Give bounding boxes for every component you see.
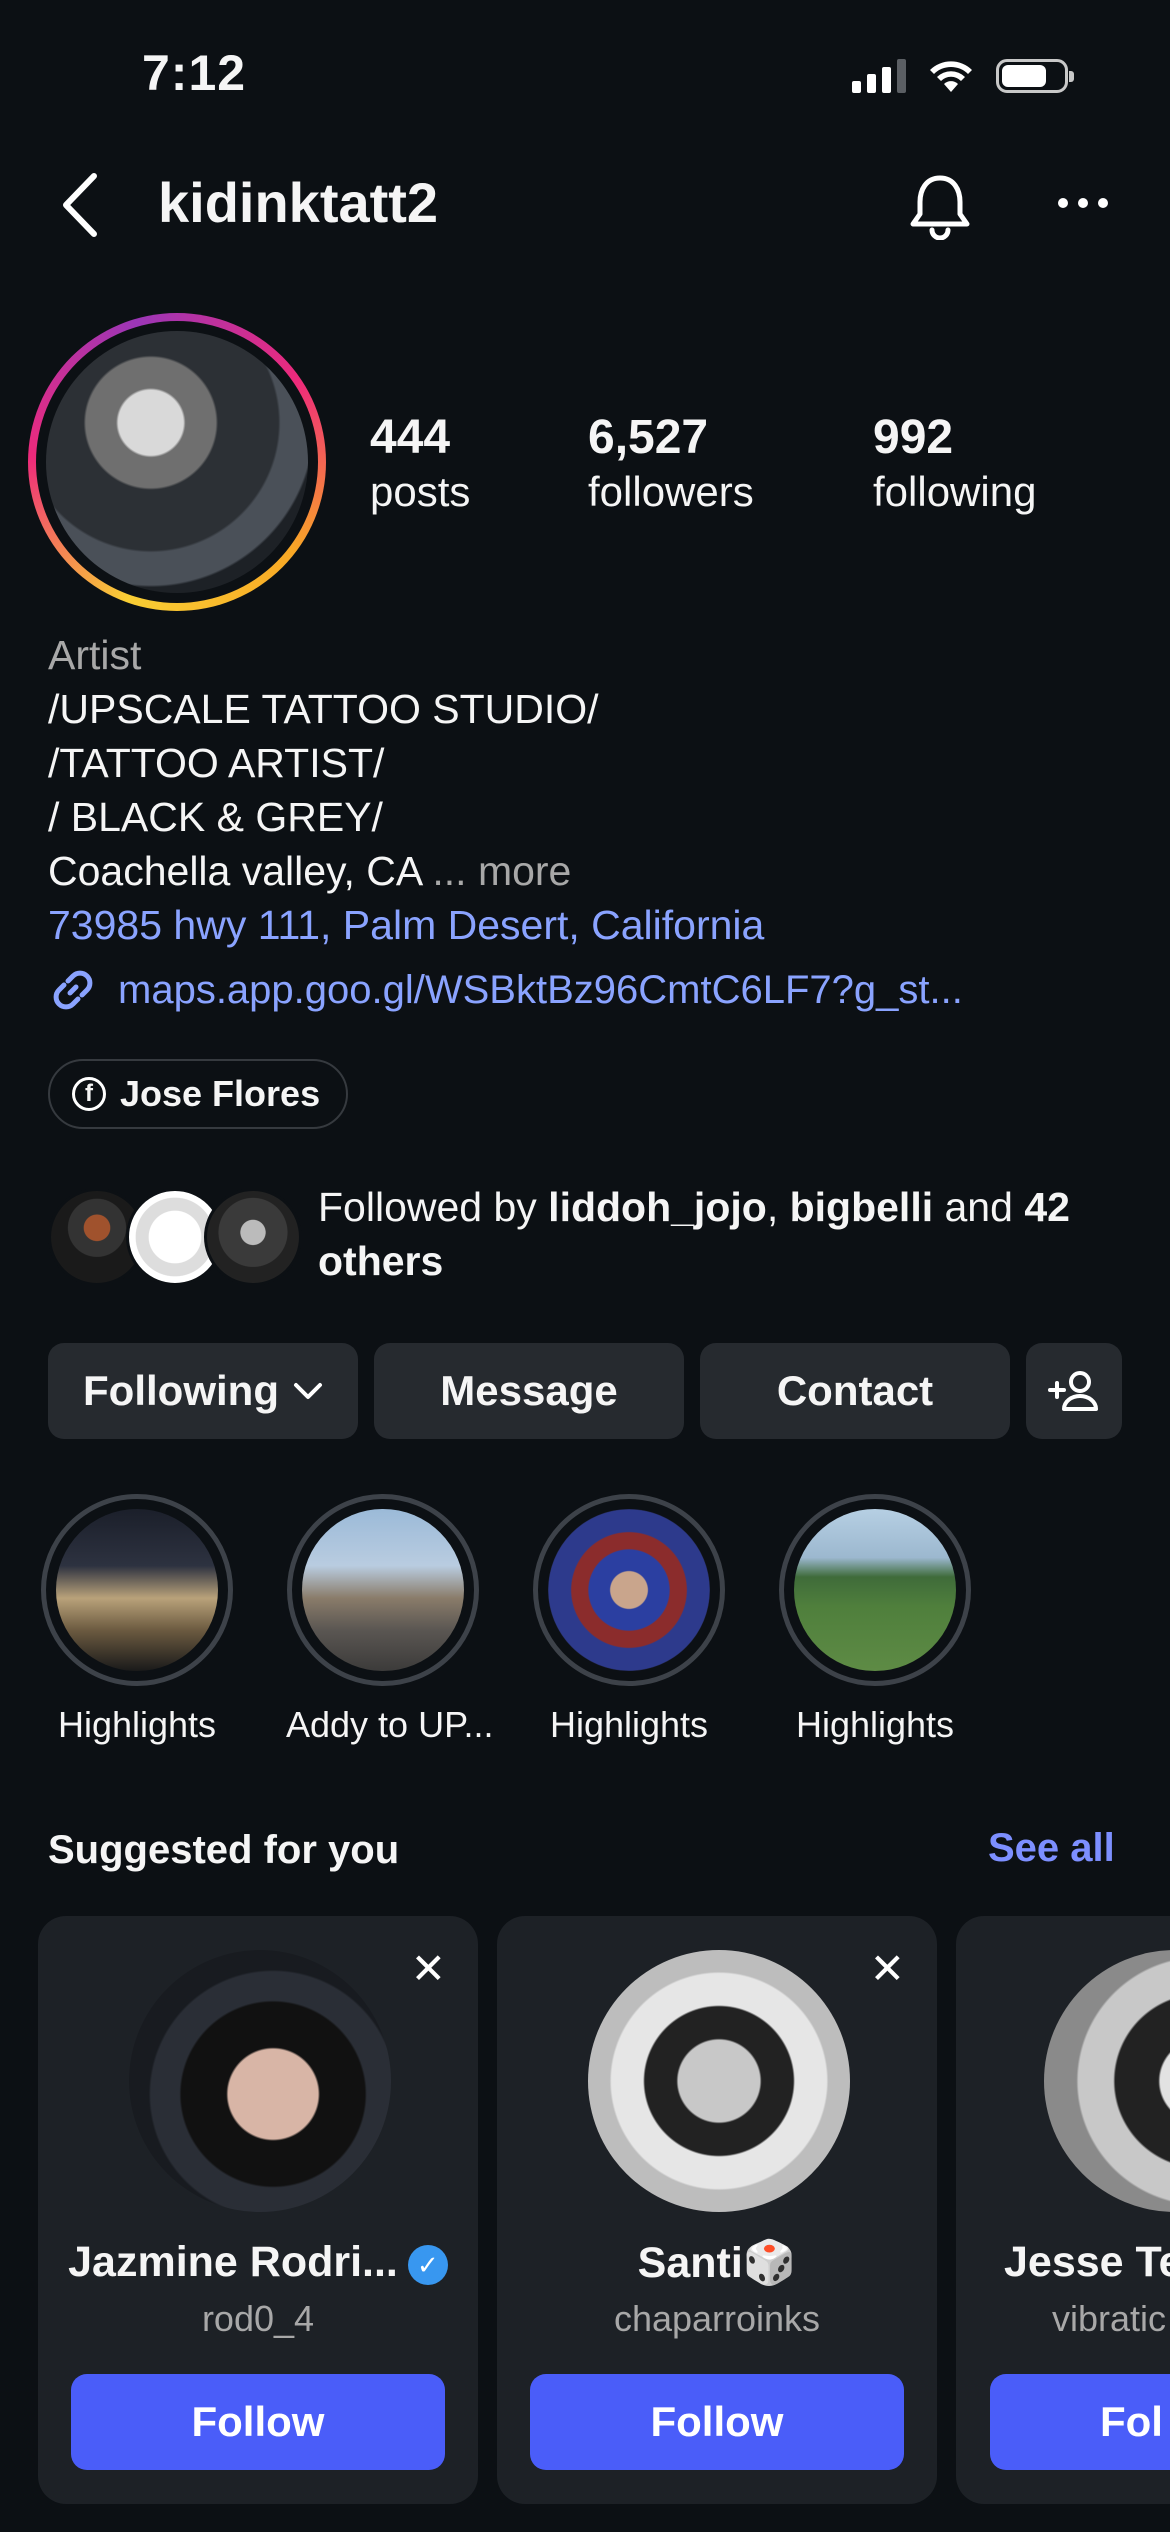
highlight-label: Highlights (57, 1704, 217, 1745)
facebook-profile-chip[interactable]: f Jose Flores (48, 1059, 349, 1129)
profile-username: kidinktatt2 (158, 171, 439, 234)
suggested-user-name: Jesse Te (1004, 2238, 1170, 2286)
follow-button[interactable]: Follow (530, 2374, 904, 2470)
suggested-people-button[interactable] (1026, 1343, 1122, 1439)
bio-line: /TATTOO ARTIST/ (48, 740, 385, 786)
stat-following-label: following (873, 468, 1037, 515)
story-highlight[interactable]: Highlights (778, 1494, 972, 1746)
suggested-user-handle: rod0_4 (201, 2298, 315, 2339)
external-link[interactable]: maps.app.goo.gl/WSBktBz96CmtC6LF7?g_st..… (48, 965, 963, 1015)
status-time: 7:12 (142, 45, 247, 101)
avatar[interactable] (588, 1950, 850, 2212)
verified-badge-icon: ✓ (407, 2244, 448, 2285)
facebook-chip-label: Jose Flores (120, 1073, 321, 1114)
battery-icon (996, 59, 1074, 93)
bio-line: /UPSCALE TATTOO STUDIO/ (48, 686, 599, 732)
bio-more-link[interactable]: ... more (421, 848, 571, 894)
suggested-user-name: Jazmine Rodri... (68, 2238, 398, 2286)
back-arrow-icon[interactable] (60, 172, 100, 238)
followed-by-prefix: Followed by (318, 1184, 549, 1230)
following-button[interactable]: Following (48, 1343, 358, 1439)
bio-location: Coachella valley, CA (48, 848, 421, 894)
profile-avatar (46, 331, 308, 593)
following-button-label: Following (83, 1367, 279, 1414)
suggested-user-name-row: Jazmine Rodri... ✓ (38, 2238, 478, 2287)
message-button[interactable]: Message (374, 1343, 684, 1439)
highlight-cover (794, 1509, 956, 1671)
highlight-cover (56, 1509, 218, 1671)
message-button-label: Message (440, 1367, 618, 1414)
stat-posts[interactable]: 444 posts (370, 410, 470, 518)
add-person-icon (1048, 1371, 1098, 1411)
followed-by-user: liddoh_jojo (548, 1184, 767, 1230)
notification-bell-icon[interactable] (906, 172, 974, 240)
story-highlight[interactable]: Highlights (40, 1494, 234, 1746)
followed-by-text[interactable]: Followed by liddoh_jojo, bigbelli and 42… (318, 1180, 1138, 1288)
stat-followers-value: 6,527 (588, 411, 709, 464)
chevron-down-icon (293, 1383, 322, 1399)
mutual-followers-avatars[interactable] (48, 1188, 302, 1286)
suggested-user-handle: chaparroinks (613, 2298, 821, 2339)
suggested-user-card[interactable]: Jesse Te vibratic Fol (956, 1916, 1170, 2504)
suggested-user-handle: vibratic (1052, 2298, 1167, 2339)
more-options-icon[interactable] (1056, 196, 1110, 210)
status-icons (852, 58, 1074, 94)
avatar[interactable] (1044, 1950, 1170, 2212)
dismiss-close-icon[interactable]: ✕ (411, 1944, 446, 1993)
wifi-icon (930, 61, 972, 92)
followed-by-user: bigbelli (789, 1184, 934, 1230)
highlight-label: Addy to UP... (286, 1704, 494, 1745)
stat-following-value: 992 (873, 411, 954, 464)
external-link-text: maps.app.goo.gl/WSBktBz96CmtC6LF7?g_st..… (118, 967, 963, 1012)
contact-button-label: Contact (776, 1367, 934, 1414)
link-icon (53, 970, 93, 1010)
see-all-link[interactable]: See all (988, 1826, 1115, 1871)
suggested-user-card[interactable]: ✕ Jazmine Rodri... ✓ rod0_4 Follow (38, 1916, 478, 2504)
follow-button[interactable]: Follow (71, 2374, 445, 2470)
highlight-cover (548, 1509, 710, 1671)
stat-followers-label: followers (588, 468, 754, 515)
bio-location-line: Coachella valley, CA ... more (48, 844, 1128, 898)
avatar[interactable] (129, 1950, 391, 2212)
follow-button[interactable]: Fol (990, 2374, 1170, 2470)
facebook-icon: f (72, 1077, 106, 1111)
highlight-label: Highlights (549, 1704, 709, 1745)
followed-by-and: and (933, 1184, 1025, 1230)
cellular-signal-icon (852, 59, 906, 93)
stat-following[interactable]: 992 following (873, 410, 1036, 518)
bio-line: / BLACK & GREY/ (48, 794, 383, 840)
avatar (204, 1188, 302, 1286)
stat-followers[interactable]: 6,527 followers (588, 410, 754, 518)
profile-avatar-story-ring[interactable] (28, 313, 326, 611)
stat-posts-label: posts (370, 468, 471, 515)
dismiss-close-icon[interactable]: ✕ (870, 1944, 905, 1993)
highlight-label: Highlights (795, 1704, 955, 1745)
suggested-user-card[interactable]: ✕ Santi🎲 chaparroinks Follow (497, 1916, 937, 2504)
contact-button[interactable]: Contact (700, 1343, 1010, 1439)
suggested-user-name: Santi🎲 (637, 2239, 797, 2287)
story-highlight[interactable]: Highlights (532, 1494, 726, 1746)
bio-category: Artist (48, 632, 142, 678)
profile-bio: Artist /UPSCALE TATTOO STUDIO/ /TATTOO A… (48, 628, 1128, 952)
stat-posts-value: 444 (370, 411, 451, 464)
bio-address-link[interactable]: 73985 hwy 111, Palm Desert, California (48, 898, 1128, 952)
followed-by-separator: , (766, 1184, 790, 1230)
highlight-cover (302, 1509, 464, 1671)
suggested-title: Suggested for you (48, 1828, 400, 1872)
story-highlight[interactable]: Addy to UP... (286, 1494, 494, 1746)
